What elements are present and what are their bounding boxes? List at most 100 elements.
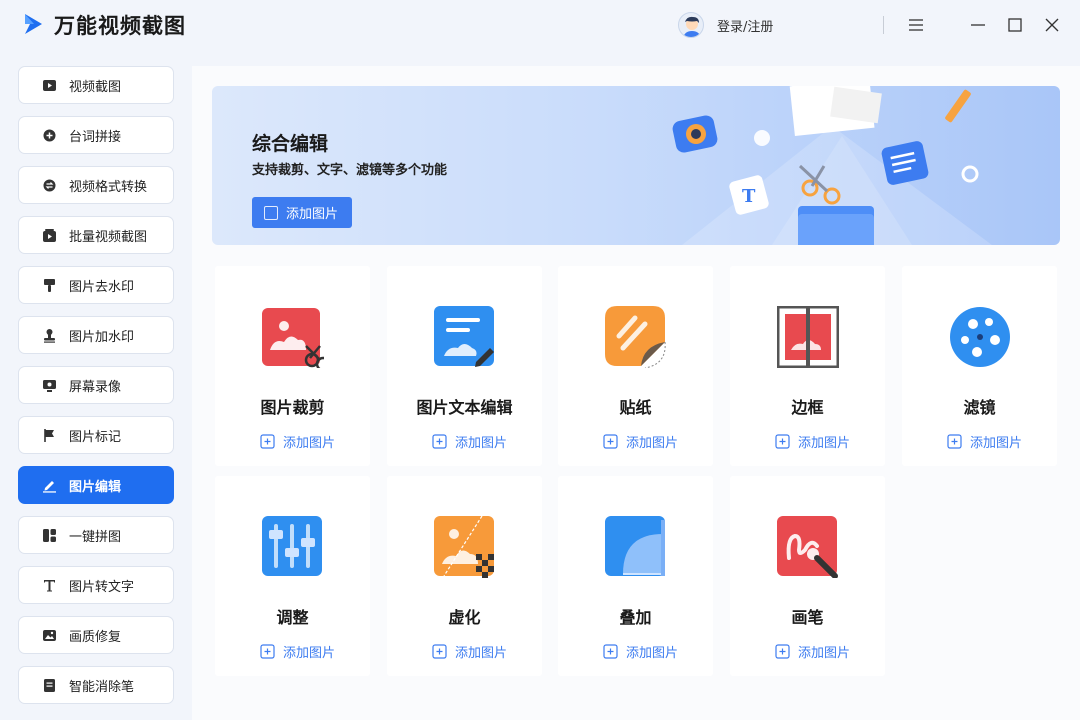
sidebar-item-label: 图片加水印: [69, 329, 135, 345]
text-icon: [41, 577, 57, 593]
edit-icon: [41, 477, 57, 493]
sidebar-item-label: 图片标记: [69, 429, 122, 445]
sidebar-item-image-edit[interactable]: 图片编辑: [18, 466, 174, 504]
brush-icon: [41, 277, 57, 293]
add-image-icon: [432, 644, 447, 659]
add-image-icon: [260, 434, 275, 449]
banner-illustration-icon: T: [672, 86, 992, 245]
tool-name: 叠加: [619, 608, 652, 627]
add-image-icon: [947, 434, 962, 449]
tool-card-overlay[interactable]: 叠加 添加图片: [558, 476, 713, 676]
tool-name: 图片文本编辑: [416, 398, 513, 417]
tool-card-border[interactable]: 边框 添加图片: [730, 266, 885, 466]
sidebar-item-image-repair[interactable]: 画质修复: [18, 616, 174, 654]
sidebar-item-dialogue-stitch[interactable]: 台词拼接: [18, 116, 174, 154]
sidebar-item-image-to-text[interactable]: 图片转文字: [18, 566, 174, 604]
sidebar-item-add-watermark[interactable]: 图片加水印: [18, 316, 174, 354]
avatar[interactable]: [678, 12, 704, 38]
add-image-link[interactable]: 添加图片: [432, 642, 507, 661]
tool-card-adjust[interactable]: 调整 添加图片: [215, 476, 370, 676]
add-image-icon: [775, 644, 790, 659]
minimize-icon[interactable]: [967, 14, 989, 36]
tool-name: 滤镜: [963, 398, 996, 417]
tool-card-blur[interactable]: 虚化 添加图片: [387, 476, 542, 676]
add-image-link[interactable]: 添加图片: [947, 432, 1022, 451]
sidebar-item-label: 图片去水印: [69, 279, 135, 295]
sidebar-item-label: 屏幕录像: [69, 379, 122, 395]
add-image-label: 添加图片: [970, 436, 1023, 451]
sidebar-item-label: 一键拼图: [69, 529, 122, 545]
user-avatar-icon: [683, 16, 701, 37]
add-image-label: 添加图片: [455, 646, 508, 661]
add-image-icon: [603, 644, 618, 659]
sidebar-item-label: 画质修复: [69, 629, 122, 645]
add-image-label: 添加图片: [455, 436, 508, 451]
sidebar-item-remove-watermark[interactable]: 图片去水印: [18, 266, 174, 304]
tool-card-text-edit[interactable]: 图片文本编辑 添加图片: [387, 266, 542, 466]
sidebar-item-batch-video-screenshot[interactable]: 批量视频截图: [18, 216, 174, 254]
add-image-link[interactable]: 添加图片: [432, 432, 507, 451]
tool-card-brush[interactable]: 画笔 添加图片: [730, 476, 885, 676]
add-image-icon: [603, 434, 618, 449]
add-image-link[interactable]: 添加图片: [603, 432, 678, 451]
add-image-label: 添加图片: [283, 436, 336, 451]
tool-card-filter[interactable]: 滤镜 添加图片: [902, 266, 1057, 466]
batch-video-icon: [41, 227, 57, 243]
add-image-link[interactable]: 添加图片: [603, 642, 678, 661]
login-register-link[interactable]: 登录/注册: [717, 16, 773, 35]
screen-record-icon: [41, 377, 57, 393]
add-image-icon: [432, 434, 447, 449]
add-image-label: 添加图片: [798, 436, 851, 451]
add-image-label: 添加图片: [626, 436, 679, 451]
border-icon: [777, 306, 839, 368]
collage-icon: [41, 527, 57, 543]
plus-circle-icon: [41, 127, 57, 143]
filter-icon: [950, 307, 1010, 367]
tool-name: 图片裁剪: [260, 398, 325, 417]
sidebar-item-label: 智能消除笔: [69, 679, 135, 695]
image-repair-icon: [41, 627, 57, 643]
add-image-label: 添加图片: [283, 646, 336, 661]
convert-icon: [41, 177, 57, 193]
text-edit-icon: [434, 306, 494, 367]
tool-name: 调整: [276, 608, 309, 627]
svg-text:T: T: [742, 186, 756, 207]
sidebar-item-image-mark[interactable]: 图片标记: [18, 416, 174, 454]
stamp-icon: [41, 327, 57, 343]
overlay-icon: [605, 516, 665, 576]
sidebar-item-label: 台词拼接: [69, 129, 122, 145]
title-bar: 万能视频截图 登录/注册: [0, 0, 1080, 50]
maximize-icon[interactable]: [1004, 14, 1026, 36]
sidebar-item-smart-eraser[interactable]: 智能消除笔: [18, 666, 174, 704]
sidebar-item-screen-record[interactable]: 屏幕录像: [18, 366, 174, 404]
app-logo-icon: [25, 14, 42, 34]
add-image-label: 添加图片: [798, 646, 851, 661]
sidebar-item-label: 批量视频截图: [69, 229, 148, 245]
tool-card-sticker[interactable]: 贴纸 添加图片: [558, 266, 713, 466]
tool-name: 贴纸: [619, 398, 652, 417]
tool-name: 画笔: [791, 608, 824, 627]
add-image-link[interactable]: 添加图片: [775, 642, 850, 661]
add-image-link[interactable]: 添加图片: [775, 432, 850, 451]
sidebar-item-video-screenshot[interactable]: 视频截图: [18, 66, 174, 104]
sidebar-item-collage[interactable]: 一键拼图: [18, 516, 174, 554]
tool-card-crop[interactable]: 图片裁剪 添加图片: [215, 266, 370, 466]
close-icon[interactable]: [1041, 14, 1063, 36]
title-divider: [883, 16, 884, 34]
blur-icon: [434, 516, 494, 578]
menu-icon[interactable]: [905, 14, 927, 36]
app-title: 万能视频截图: [54, 14, 186, 38]
flag-icon: [41, 427, 57, 443]
sidebar-item-label: 视频截图: [69, 79, 122, 95]
sidebar-item-video-convert[interactable]: 视频格式转换: [18, 166, 174, 204]
tool-name: 虚化: [448, 608, 481, 627]
add-image-link[interactable]: 添加图片: [260, 432, 335, 451]
tool-name: 边框: [791, 398, 824, 417]
add-image-icon: [260, 644, 275, 659]
add-image-link[interactable]: 添加图片: [260, 642, 335, 661]
adjust-icon: [262, 516, 322, 576]
sidebar-item-label: 图片编辑: [69, 479, 122, 495]
sticker-icon: [605, 306, 666, 368]
sidebar-item-label: 视频格式转换: [69, 179, 148, 195]
feature-banner: 综合编辑 支持裁剪、文字、滤镜等多个功能 添加图片 T: [212, 86, 1060, 245]
